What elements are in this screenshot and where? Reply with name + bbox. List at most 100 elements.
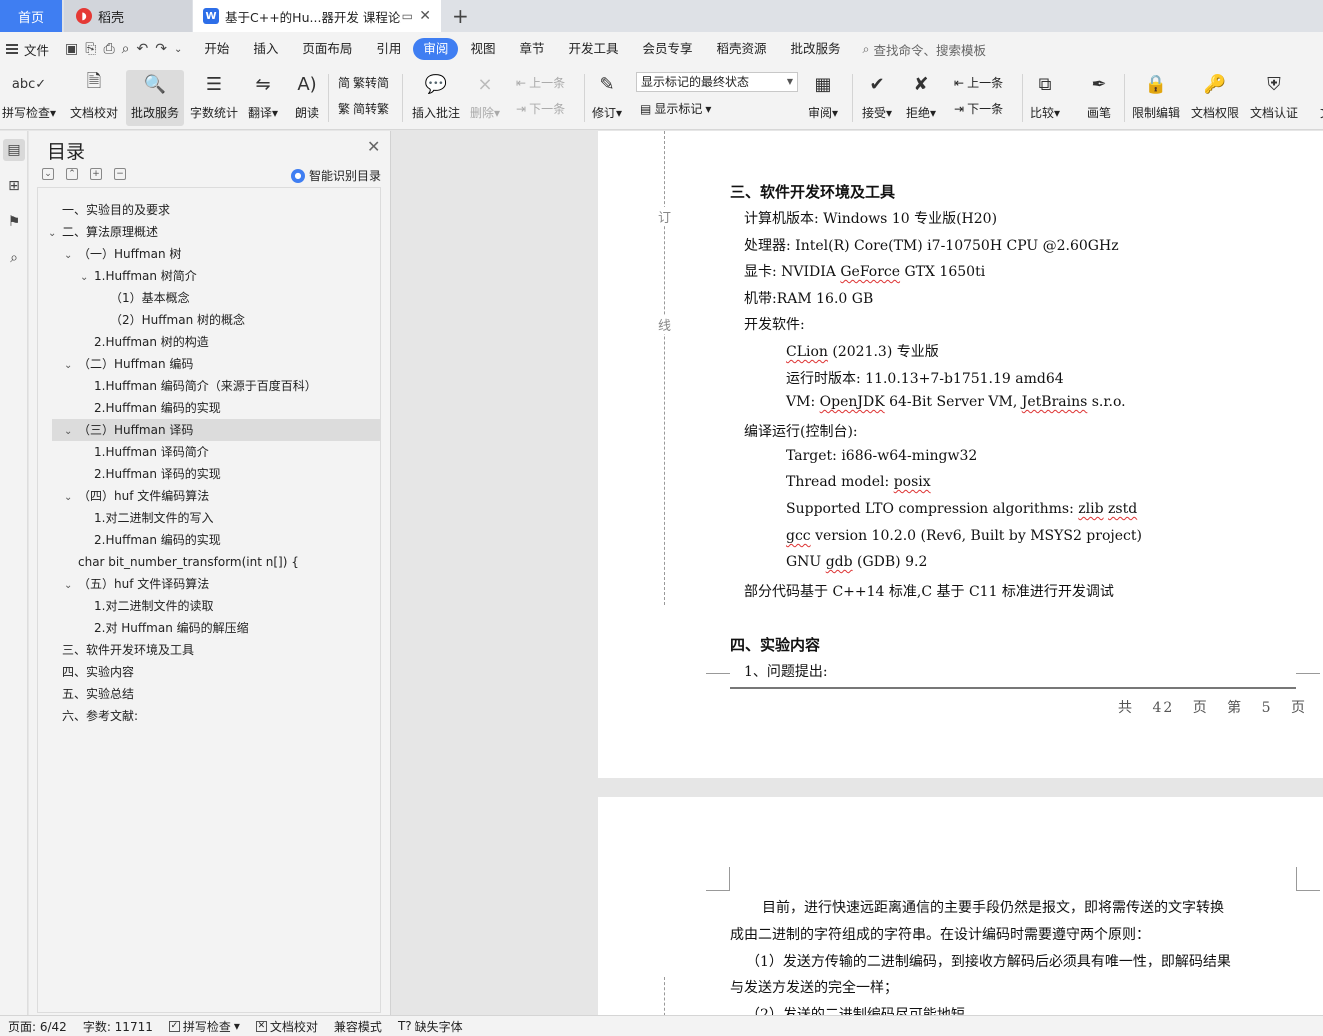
menu-section[interactable]: 章节 (507, 38, 556, 60)
missing-font-button[interactable]: T? 缺失字体 (390, 1018, 471, 1035)
toc-item[interactable]: char bit_number_transform(int n[]) { (78, 551, 299, 573)
toc-item[interactable]: ⌄ （一）Huffman 树 (64, 243, 181, 265)
restrict-edit-button[interactable]: 🔒 限制编辑 (1132, 70, 1180, 121)
compat-mode-indicator[interactable]: 兼容模式 (326, 1018, 390, 1035)
toc-item[interactable]: ⌄ （四）huf 文件编码算法 (64, 485, 209, 507)
spelling-flag[interactable]: zlib (1078, 501, 1103, 517)
insert-comment-button[interactable]: 💬 插入批注 (412, 70, 460, 121)
close-icon[interactable]: ✕ (367, 137, 380, 156)
reject-button[interactable]: ✘ 拒绝▾ (906, 70, 936, 121)
save-icon[interactable]: ▣ (65, 41, 78, 57)
next-comment-button[interactable]: ⇥ 下一条 (516, 100, 565, 117)
pen-button[interactable]: ✒ 画笔 (1084, 70, 1114, 121)
tab-home[interactable]: 首页 (0, 0, 62, 32)
delete-comment-button[interactable]: ⨯ 删除▾ (470, 70, 500, 121)
toc-item[interactable]: 一、实验目的及要求 (48, 199, 170, 221)
doc-proof-button[interactable]: 🗎 文档校对 (70, 70, 118, 121)
menu-developer[interactable]: 开发工具 (556, 38, 630, 60)
menu-review[interactable]: 审阅 (413, 38, 459, 60)
menu-view[interactable]: 视图 (458, 38, 507, 60)
menu-layout[interactable]: 页面布局 (290, 38, 364, 60)
add-heading-icon[interactable]: + (90, 168, 102, 180)
toc-item[interactable]: （1）基本概念 (110, 287, 190, 309)
search-icon[interactable]: ⌕ (3, 247, 25, 269)
chevron-down-icon[interactable]: ⌄ (174, 44, 182, 55)
toc-item[interactable]: 2.Huffman 译码的实现 (94, 463, 221, 485)
toc-item[interactable]: 1.Huffman 译码简介 (94, 441, 209, 463)
undo-icon[interactable]: ↶ (137, 41, 149, 57)
display-state-select[interactable]: 显示标记的最终状态 ▼ (636, 72, 798, 92)
doc-cert-button[interactable]: ⛨ 文档认证 (1250, 70, 1298, 121)
spelling-flag[interactable]: JetBrains (1022, 394, 1088, 410)
spelling-flag[interactable]: zstd (1108, 501, 1137, 517)
toc-item[interactable]: ⌄ 二、算法原理概述 (48, 221, 158, 243)
smart-toc-button[interactable]: ● 智能识别目录 (291, 167, 381, 184)
trad-to-simp-button[interactable]: 简 繁转简 (338, 74, 389, 91)
document-canvas[interactable]: 订 线 三、软件开发环境及工具 计算机版本: Windows 10 专业版(H2… (392, 131, 1323, 1015)
document-page[interactable]: 订 线 三、软件开发环境及工具 计算机版本: Windows 10 专业版(H2… (598, 131, 1323, 778)
spelling-flag[interactable]: posix (894, 474, 931, 490)
menu-review-service[interactable]: 批改服务 (779, 38, 853, 60)
track-changes-button[interactable]: ✎ 修订▾ (592, 70, 622, 121)
toc-item[interactable]: 五、实验总结 (62, 683, 134, 705)
close-icon[interactable]: ✕ (419, 8, 431, 24)
toc-item[interactable]: 2.Huffman 编码的实现 (94, 397, 221, 419)
collapse-all-icon[interactable]: ⌃ (66, 168, 78, 180)
review-pane-button[interactable]: ▦ 审阅▾ (808, 70, 838, 121)
toc-item[interactable]: （2）Huffman 树的概念 (110, 309, 245, 331)
bookmark-icon[interactable]: ⚑ (3, 211, 25, 233)
chevron-down-icon[interactable]: ⌄ (64, 245, 78, 267)
word-count-indicator[interactable]: 字数: 11711 (75, 1018, 161, 1035)
menu-references[interactable]: 引用 (364, 38, 413, 60)
redo-icon[interactable]: ↷ (155, 41, 167, 57)
spell-check-button[interactable]: abc✓ 拼写检查▾ (2, 70, 56, 121)
document-page[interactable]: 目前，进行快速远距离通信的主要手段仍然是报文，即将需传送的文字转换 成由二进制的… (598, 797, 1323, 1015)
toc-item[interactable]: 1.对二进制文件的读取 (94, 595, 213, 617)
chevron-down-icon[interactable]: ⌄ (48, 223, 62, 245)
toc-item[interactable]: ⌄ （二）Huffman 编码 (64, 353, 193, 375)
expand-all-icon[interactable]: ⌄ (42, 168, 54, 180)
review-service-button[interactable]: 🔍 批改服务 (126, 70, 184, 126)
preview-icon[interactable]: ⌕ (122, 41, 130, 57)
doc-permission-button[interactable]: 🔑 文档权限 (1191, 70, 1239, 121)
more-ribbon-button[interactable]: 文 (1311, 70, 1323, 121)
tab-daoke[interactable]: ◗ 稻壳 (64, 0, 192, 32)
simp-to-trad-button[interactable]: 繁 简转繁 (338, 100, 389, 117)
toc-item-selected[interactable]: ⌄ （三）Huffman 译码 (52, 419, 380, 441)
toc-item[interactable]: 2.Huffman 树的构造 (94, 331, 209, 353)
present-icon[interactable]: ▭ (402, 9, 413, 23)
chevron-down-icon[interactable]: ⌄ (64, 355, 78, 377)
tab-document[interactable]: W 基于C++的Hu...器开发 课程论文 ▭ ✕ (193, 0, 441, 32)
toc-item[interactable]: ⌄ 1.Huffman 树简介 (80, 265, 197, 287)
next-change-button[interactable]: ⇥ 下一条 (954, 100, 1003, 117)
prev-change-button[interactable]: ⇤ 上一条 (954, 74, 1003, 91)
compare-button[interactable]: ⧉ 比较▾ (1030, 70, 1060, 121)
read-aloud-button[interactable]: A) 朗读 (292, 70, 322, 121)
menu-member[interactable]: 会员专享 (630, 38, 704, 60)
print-icon[interactable]: ⎙ (103, 41, 114, 57)
menu-daoke-resources[interactable]: 稻壳资源 (705, 38, 779, 60)
toc-item[interactable]: 四、实验内容 (62, 661, 134, 683)
chevron-down-icon[interactable]: ⌄ (64, 487, 78, 509)
translate-button[interactable]: ⇋ 翻译▾ (248, 70, 278, 121)
spell-check-toggle[interactable]: ✓ 拼写检查 ▾ (161, 1018, 248, 1035)
toc-item[interactable]: ⌄ （五）huf 文件译码算法 (64, 573, 209, 595)
toc-item[interactable]: 三、软件开发环境及工具 (62, 639, 194, 661)
spelling-flag[interactable]: gdb (826, 554, 853, 570)
accept-button[interactable]: ✔ 接受▾ (862, 70, 892, 121)
spelling-flag[interactable]: OpenJDK (820, 394, 885, 410)
toc-item[interactable]: 1.Huffman 编码简介（来源于百度百科） (94, 375, 317, 397)
toc-item[interactable]: 1.对二进制文件的写入 (94, 507, 213, 529)
show-markup-button[interactable]: ▤ 显示标记 ▾ (640, 100, 711, 117)
chevron-down-icon[interactable]: ⌄ (64, 421, 78, 443)
chevron-down-icon[interactable]: ⌄ (80, 267, 94, 289)
remove-heading-icon[interactable]: − (114, 168, 126, 180)
menu-insert[interactable]: 插入 (241, 38, 290, 60)
chevron-down-icon[interactable]: ⌄ (64, 575, 78, 597)
prev-comment-button[interactable]: ⇤ 上一条 (516, 74, 565, 91)
toc-item[interactable]: 2.Huffman 编码的实现 (94, 529, 221, 551)
file-menu[interactable]: 文件 (0, 40, 59, 59)
add-tab-icon[interactable]: + (452, 4, 469, 28)
page-indicator[interactable]: 页面: 6/42 (0, 1018, 75, 1035)
menu-start[interactable]: 开始 (192, 38, 241, 60)
